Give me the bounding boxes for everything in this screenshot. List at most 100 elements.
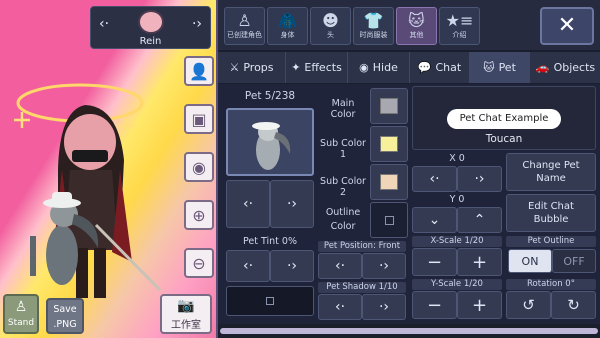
tab-chat[interactable]: 💬 Chat bbox=[410, 52, 470, 83]
rotate-left-icon: ↺ bbox=[522, 296, 535, 314]
tab-pet[interactable]: 🐱 Pet bbox=[470, 52, 530, 83]
tab-props[interactable]: ⚔ Props bbox=[218, 52, 286, 83]
tab-other[interactable]: 🐱 其他 bbox=[396, 7, 437, 45]
tint-color-swatch[interactable] bbox=[226, 286, 314, 316]
rotate-counterclockwise-button[interactable]: ↺ bbox=[506, 291, 551, 319]
tab-head[interactable]: ☻ 头 bbox=[310, 7, 351, 45]
sub-color-2-swatch[interactable] bbox=[370, 164, 408, 200]
eye-icon: ◉ bbox=[192, 157, 206, 177]
character-stage[interactable]: ‹· ·› Rein 👤 ▣ ◉ ⊕ ⊖ ♙ Stand Save .PNG 📷… bbox=[0, 0, 216, 338]
chevron-up-icon: ⌃ bbox=[473, 212, 486, 228]
chevron-left-icon: ‹· bbox=[334, 299, 346, 315]
main-color-label: Main Color bbox=[330, 98, 356, 120]
y-up-button[interactable]: ⌃ bbox=[457, 207, 502, 233]
star-list-icon: ★≡ bbox=[445, 11, 474, 30]
position-previous-button[interactable]: ‹· bbox=[318, 253, 362, 279]
outline-color-swatch[interactable] bbox=[370, 202, 408, 238]
next-character-button[interactable]: ·› bbox=[192, 16, 202, 32]
stand-label: Stand bbox=[7, 318, 35, 328]
x-left-button[interactable]: ‹· bbox=[412, 166, 457, 192]
chevron-down-icon: ⌄ bbox=[428, 212, 441, 228]
tab-body[interactable]: 🧥 身体 bbox=[267, 7, 308, 45]
pet-tint-label: Pet Tint 0% bbox=[243, 236, 297, 247]
horizontal-scrollbar[interactable] bbox=[220, 328, 598, 334]
outline-color-label: Outline Color bbox=[325, 207, 361, 232]
studio-button[interactable]: 📷 工作室 bbox=[160, 294, 212, 334]
next-pet-button[interactable]: ·› bbox=[270, 180, 314, 228]
save-png-button[interactable]: Save .PNG bbox=[46, 298, 84, 334]
camera-icon: 📷 bbox=[177, 298, 195, 314]
outline-off-button[interactable]: OFF bbox=[552, 249, 596, 273]
zoom-in-button[interactable]: ⊕ bbox=[184, 200, 214, 230]
hair-icon: ☻ bbox=[322, 11, 339, 30]
sub-color-1-swatch[interactable] bbox=[370, 126, 408, 162]
tab-fashion[interactable]: 👕 时尚服装 bbox=[353, 7, 394, 45]
x-scale-increase-button[interactable]: + bbox=[457, 248, 502, 276]
tab-created-characters[interactable]: ♙ 已创建角色 bbox=[224, 7, 265, 45]
face-mask bbox=[72, 150, 108, 162]
stand-figure-icon: ♙ bbox=[14, 299, 28, 315]
shadow-decrease-button[interactable]: ‹· bbox=[318, 294, 362, 320]
close-button[interactable]: ✕ bbox=[540, 7, 594, 45]
leg-right bbox=[94, 248, 106, 298]
main-color-swatch[interactable] bbox=[370, 88, 408, 124]
tab-objects[interactable]: 🚗 Objects bbox=[530, 52, 600, 83]
jacket-icon: 🧥 bbox=[277, 11, 298, 30]
edit-chat-bubble-button[interactable]: Edit Chat Bubble bbox=[506, 194, 596, 232]
outline-color-fill bbox=[384, 215, 394, 225]
shadow-increase-button[interactable]: ·› bbox=[362, 294, 406, 320]
image-icon: ▣ bbox=[191, 109, 207, 129]
y-down-button[interactable]: ⌄ bbox=[412, 207, 457, 233]
y-position-label: Y 0 bbox=[449, 194, 465, 205]
chevron-right-icon: ·› bbox=[378, 258, 390, 274]
shirt-icon: 👕 bbox=[363, 11, 384, 30]
chevron-right-icon: ·› bbox=[286, 258, 298, 274]
x-right-button[interactable]: ·› bbox=[457, 166, 502, 192]
tint-decrease-button[interactable]: ‹· bbox=[226, 250, 270, 282]
previous-character-button[interactable]: ‹· bbox=[99, 16, 109, 32]
minus-icon: − bbox=[426, 294, 443, 316]
change-pet-name-button[interactable]: Change Pet Name bbox=[506, 153, 596, 191]
zoom-out-icon: ⊖ bbox=[192, 253, 206, 273]
background-button[interactable]: ▣ bbox=[184, 104, 214, 134]
y-scale-increase-button[interactable]: + bbox=[457, 291, 502, 319]
tab-props-label: Props bbox=[243, 61, 274, 74]
x-position-label: X 0 bbox=[449, 153, 465, 164]
tab-intro[interactable]: ★≡ 介绍 bbox=[439, 7, 480, 45]
stand-button[interactable]: ♙ Stand bbox=[3, 294, 39, 334]
y-scale-decrease-button[interactable]: − bbox=[412, 291, 457, 319]
add-character-button[interactable]: 👤 bbox=[184, 56, 214, 86]
cat-icon: 🐱 bbox=[483, 61, 495, 74]
outline-on-button[interactable]: ON bbox=[508, 249, 552, 273]
chevron-right-icon: ·› bbox=[378, 299, 390, 315]
tint-increase-button[interactable]: ·› bbox=[270, 250, 314, 282]
sword-icon: ⚔ bbox=[229, 61, 240, 74]
tab-label: 介绍 bbox=[452, 31, 467, 39]
pet-outline-label: Pet Outline bbox=[506, 236, 596, 247]
chevron-left-icon: ‹· bbox=[242, 196, 254, 212]
chevron-left-icon: ‹· bbox=[242, 258, 254, 274]
x-scale-decrease-button[interactable]: − bbox=[412, 248, 457, 276]
pet-wing bbox=[30, 236, 36, 276]
chevron-left-icon: ‹· bbox=[334, 258, 346, 274]
visibility-button[interactable]: ◉ bbox=[184, 152, 214, 182]
tab-label: 已创建角色 bbox=[227, 31, 262, 39]
x-scale-label: X-Scale 1/20 bbox=[412, 236, 502, 247]
character-selector: ‹· ·› Rein bbox=[90, 6, 211, 49]
tab-hide[interactable]: ◉ Hide bbox=[348, 52, 410, 83]
sub-color-2-fill bbox=[380, 174, 398, 190]
position-next-button[interactable]: ·› bbox=[362, 253, 406, 279]
zoom-in-icon: ⊕ bbox=[192, 205, 206, 225]
empty-swatch-icon bbox=[266, 297, 274, 305]
close-icon: ✕ bbox=[557, 13, 577, 38]
tab-effects[interactable]: ✦ Effects bbox=[286, 52, 348, 83]
rotate-right-icon: ↻ bbox=[567, 296, 580, 314]
tab-hide-label: Hide bbox=[372, 61, 398, 74]
character-avatar bbox=[138, 10, 164, 34]
pet-counter: Pet 5/238 bbox=[244, 90, 296, 102]
rotate-clockwise-button[interactable]: ↻ bbox=[551, 291, 596, 319]
tab-label: 时尚服装 bbox=[359, 31, 388, 39]
previous-pet-button[interactable]: ‹· bbox=[226, 180, 270, 228]
zoom-out-button[interactable]: ⊖ bbox=[184, 248, 214, 278]
pet-name: Toucan bbox=[485, 133, 523, 145]
